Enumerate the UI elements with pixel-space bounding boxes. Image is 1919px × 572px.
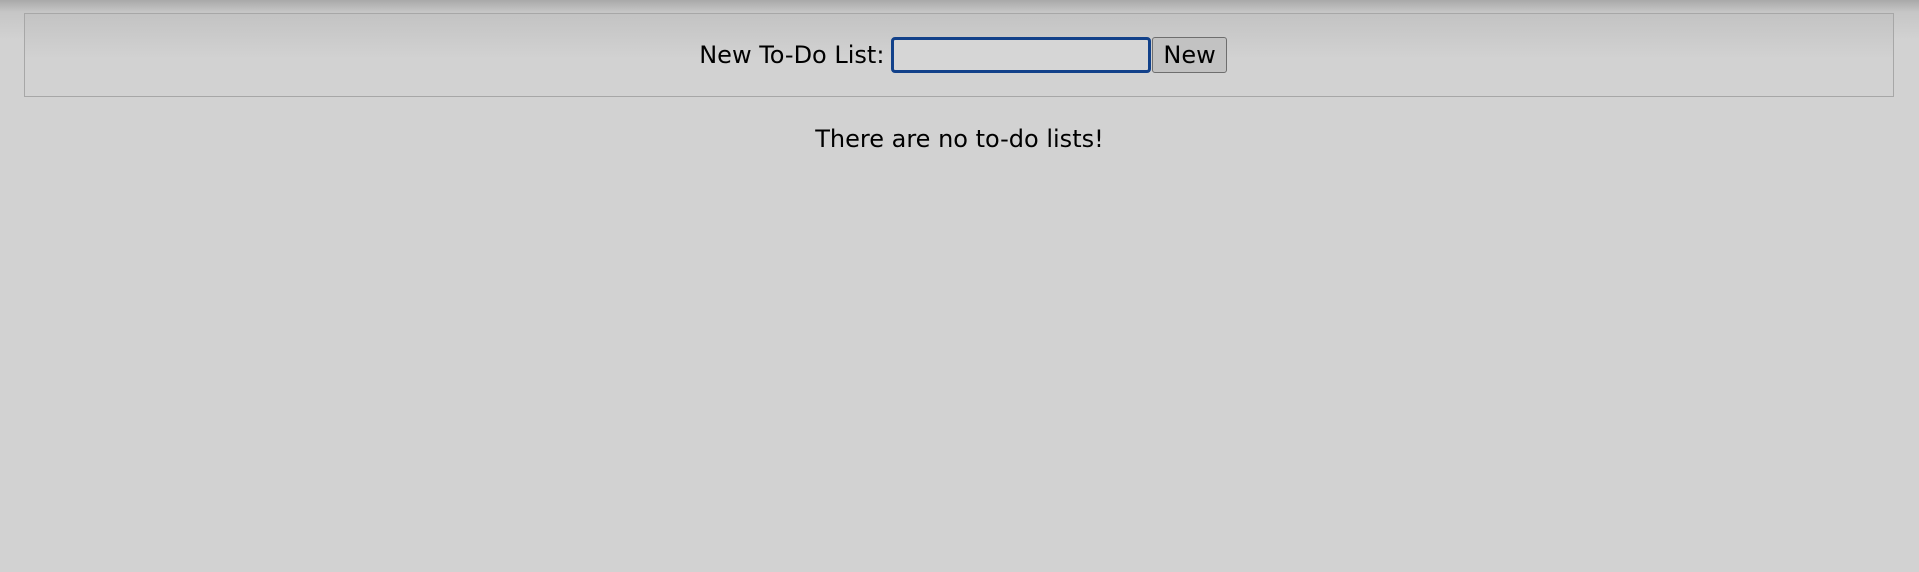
new-list-form: New To-Do List: New: [24, 13, 1894, 97]
empty-list-message: There are no to-do lists!: [815, 125, 1104, 153]
new-list-label: New To-Do List:: [699, 41, 885, 69]
new-list-button[interactable]: New: [1152, 37, 1227, 73]
new-list-input[interactable]: [891, 37, 1152, 73]
new-list-form-row: New To-Do List: New: [699, 37, 1227, 73]
